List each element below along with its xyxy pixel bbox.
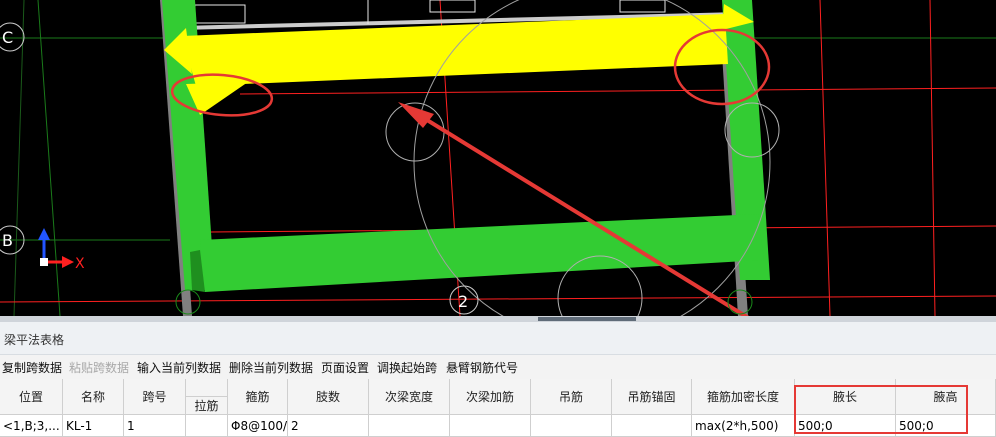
ucs-x-arrow-icon: [62, 256, 74, 268]
swap-start-span-button[interactable]: 调换起始跨: [377, 359, 437, 376]
axis-line-v: [37, 0, 61, 316]
col-header-hanger[interactable]: 吊筋: [531, 379, 612, 415]
cell-hanger-anchor[interactable]: [612, 415, 692, 437]
cell-position[interactable]: <1,B;3,...: [0, 415, 63, 437]
col-header-name[interactable]: 名称: [63, 379, 124, 415]
panel-title-bar: 梁平法表格: [0, 322, 996, 355]
grid-line-red: [239, 87, 996, 95]
slab-outline: [619, 0, 666, 13]
beam-drawing: C B 2 X: [0, 0, 996, 316]
ucs-x-label: X: [75, 256, 85, 272]
paste-span-data-button[interactable]: 粘贴跨数据: [69, 359, 129, 376]
axis-label-b: B: [2, 231, 13, 250]
col-header-haunch-height[interactable]: 腋高: [896, 379, 996, 415]
page-setup-button[interactable]: 页面设置: [321, 359, 369, 376]
cell-dense-length[interactable]: max(2*h,500): [692, 415, 795, 437]
grid-line-red: [0, 295, 996, 303]
slab-outline: [194, 4, 246, 24]
beam-table: 位置 名称 跨号 拉筋 箍筋 肢数 次梁宽度 次梁加筋 吊筋 吊筋锚固 箍筋加密…: [0, 379, 996, 437]
ucs-origin-icon: [40, 258, 48, 266]
grid-line-red: [929, 0, 936, 316]
cell-haunch-height[interactable]: 500;0: [896, 415, 996, 437]
panel-toolbar: 复制跨数据 粘贴跨数据 输入当前列数据 删除当前列数据 页面设置 调换起始跨 悬…: [0, 355, 996, 379]
col-header-secondary-width[interactable]: 次梁宽度: [369, 379, 450, 415]
cell-haunch-length[interactable]: 500;0: [795, 415, 896, 437]
axis-label-c: C: [2, 28, 13, 47]
grid-line-red: [819, 0, 831, 316]
col-header-secondary-rebar[interactable]: 次梁加筋: [450, 379, 531, 415]
col-header-dense-length[interactable]: 箍筋加密长度: [692, 379, 795, 415]
splitter-handle[interactable]: [538, 317, 636, 321]
col-header-position[interactable]: 位置: [0, 379, 63, 415]
delete-current-column-button[interactable]: 删除当前列数据: [229, 359, 313, 376]
cell-secondary-width[interactable]: [369, 415, 450, 437]
slab-outline: [429, 0, 476, 13]
col-header-tie[interactable]: 拉筋: [186, 397, 228, 415]
col-header-stirrup[interactable]: 箍筋: [228, 379, 288, 415]
axis-label-2: 2: [458, 292, 468, 311]
cell-hanger[interactable]: [531, 415, 612, 437]
copy-span-data-button[interactable]: 复制跨数据: [2, 359, 62, 376]
cell-tie[interactable]: [186, 415, 228, 437]
cad-viewport[interactable]: C B 2 X: [0, 0, 996, 316]
cantilever-rebar-code-button[interactable]: 悬臂钢筋代号: [446, 359, 518, 376]
cell-span[interactable]: 1: [124, 415, 186, 437]
cell-stirrup[interactable]: Φ8@100/: [228, 415, 288, 437]
beam-table-panel: 梁平法表格 复制跨数据 粘贴跨数据 输入当前列数据 删除当前列数据 页面设置 调…: [0, 322, 996, 437]
beam-bottom: [200, 214, 764, 292]
col-header-haunch-length[interactable]: 腋长: [795, 379, 896, 415]
ucs-y-arrow-icon: [38, 228, 50, 240]
cell-legs[interactable]: 2: [288, 415, 369, 437]
col-header-legs[interactable]: 肢数: [288, 379, 369, 415]
col-header-group: [186, 379, 228, 397]
panel-title: 梁平法表格: [4, 333, 65, 347]
cell-name[interactable]: KL-1: [63, 415, 124, 437]
input-current-column-button[interactable]: 输入当前列数据: [137, 359, 221, 376]
col-header-hanger-anchor[interactable]: 吊筋锚固: [612, 379, 692, 415]
cell-secondary-rebar[interactable]: [450, 415, 531, 437]
col-header-span[interactable]: 跨号: [124, 379, 186, 415]
